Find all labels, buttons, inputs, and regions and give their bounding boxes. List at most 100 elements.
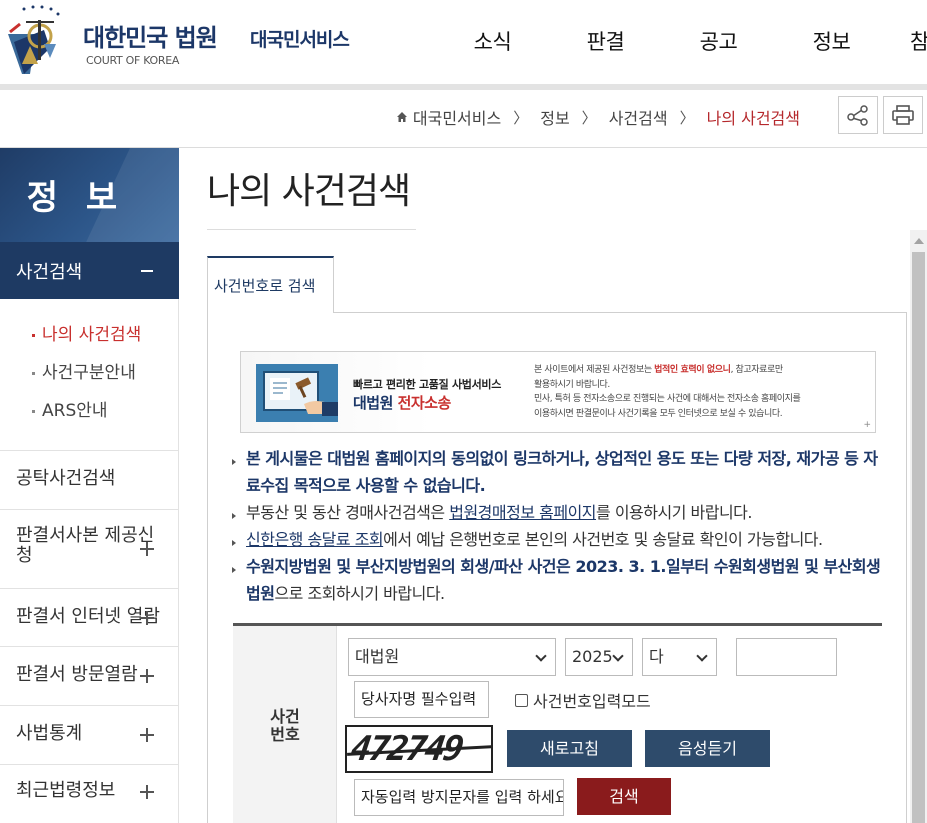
share-icon: [847, 105, 868, 126]
side-nav-item-judgment-visit[interactable]: 판결서 방문열람: [0, 646, 179, 705]
side-nav: 정 보 사건검색 나의 사건검색 사건구분안내 ARS안내 공탁사건검색 판결서…: [0, 148, 179, 823]
plus-icon: [140, 542, 154, 556]
gnb-item-notice[interactable]: 공고: [662, 26, 775, 56]
home-icon[interactable]: [396, 111, 408, 123]
service-name[interactable]: 대국민서비스: [250, 25, 350, 52]
banner-description: 본 사이트에서 제공된 사건정보는 법적인 효력이 없으니, 참고자료로만 활용…: [534, 363, 801, 421]
side-nav-item-label: 공탁사건검색: [16, 468, 116, 489]
gnb-item-participation[interactable]: 참: [888, 26, 927, 56]
side-nav-item-label: 판결서 인터넷 열람: [16, 606, 160, 627]
notice-auction: 부동산 및 동산 경매사건검색은 법원경매정보 홈페이지를 이용하시기 바랍니다…: [232, 499, 882, 526]
notice-text: 으로 조회하시기 바랍니다.: [274, 584, 445, 603]
banner-more-icon[interactable]: +: [863, 420, 871, 430]
gnb-item-info[interactable]: 정보: [775, 26, 888, 56]
side-nav-sub-item-ars[interactable]: ARS안내: [0, 396, 179, 434]
share-button[interactable]: [838, 96, 878, 134]
logo-title[interactable]: 대한민국 법원: [83, 18, 218, 53]
banner-desc-line4: 이용하시면 판결문이나 사건기록을 모두 인터넷으로 보실 수 있습니다.: [534, 408, 783, 419]
notice-text: 를 이용하시기 바랍니다.: [596, 503, 752, 522]
print-button[interactable]: [883, 96, 923, 134]
case-number-input[interactable]: [736, 638, 837, 676]
side-nav-item-judgment-online[interactable]: 판결서 인터넷 열람: [0, 588, 179, 646]
captcha-refresh-button[interactable]: 새로고침: [507, 730, 632, 767]
banner-title: 대법원 전자소송: [353, 392, 451, 413]
banner-desc-line3: 민사, 특허 등 전자소송으로 진행되는 사건에 대해서는 전자소송 홈페이지를: [534, 394, 801, 404]
tab-case-number-search[interactable]: 사건번호로 검색: [207, 256, 334, 313]
notice-list: 본 게시물은 대법원 홈페이지의 동의없이 링크하거나, 상업적인 용도 또는 …: [232, 445, 882, 607]
minus-icon: [141, 270, 153, 272]
e-litigation-illustration-icon: [256, 364, 338, 422]
banner-title-a: 대법원: [353, 394, 393, 412]
notice-shinhan: 신한은행 송달료 조회에서 예납 은행번호로 본인의 사건번호 및 송달료 확인…: [232, 526, 882, 553]
breadcrumb-current[interactable]: 나의 사건검색: [707, 105, 800, 129]
page-scrollbar[interactable]: [910, 230, 927, 823]
breadcrumb-separator-icon: 〉: [679, 108, 695, 127]
banner-desc-emphasis: 법적인 효력이 없으니: [654, 365, 731, 375]
title-divider: [207, 229, 416, 230]
banner-desc-text: 본 사이트에서 제공된 사건정보는: [534, 365, 655, 375]
side-nav-item-label: 사법통계: [16, 723, 83, 744]
breadcrumb-separator-icon: 〉: [581, 108, 597, 127]
court-logo-icon[interactable]: [0, 4, 80, 78]
page-title: 나의 사건검색: [207, 171, 411, 212]
banner-desc-line1: 본 사이트에서 제공된 사건정보는 법적인 효력이 없으니, 참고자료로만: [534, 363, 800, 378]
search-button[interactable]: 검색: [577, 778, 671, 815]
captcha-input[interactable]: 자동입력 방지문자를 입력 하세요: [354, 779, 564, 816]
notice-text: 에서 예납 은행번호로 본인의 사건번호 및 송달료 확인이 가능합니다.: [383, 530, 823, 549]
side-nav-item-statistics[interactable]: 사법통계: [0, 705, 179, 764]
notice-copyright: 본 게시물은 대법원 홈페이지의 동의없이 링크하거나, 상업적인 용도 또는 …: [232, 445, 882, 499]
breadcrumb-item-service[interactable]: 대국민서비스: [413, 105, 501, 129]
side-nav-sublist: 나의 사건검색 사건구분안내 ARS안내: [0, 320, 179, 434]
global-nav: 소식 판결 공고 정보 참: [436, 26, 927, 56]
scroll-up-icon[interactable]: [914, 238, 924, 244]
breadcrumb-item-case-search[interactable]: 사건검색: [609, 105, 668, 129]
e-litigation-banner[interactable]: 빠르고 편리한 고품질 사법서비스 대법원 전자소송 본 사이트에서 제공된 사…: [240, 351, 876, 433]
scroll-thumb[interactable]: [912, 252, 925, 823]
plus-icon: [140, 728, 154, 742]
side-nav-item-label: 최근법령정보: [16, 780, 116, 801]
form-label-column: 사건번호: [233, 626, 337, 823]
plus-icon: [140, 669, 154, 683]
side-nav-item-label: 판결서 방문열람: [16, 664, 138, 685]
breadcrumb-item-info[interactable]: 정보: [540, 105, 569, 129]
banner-tagline: 빠르고 편리한 고품질 사법서비스: [353, 378, 502, 391]
side-nav-item-case-search[interactable]: 사건검색: [0, 242, 179, 299]
form-label-case-number: 사건번호: [233, 708, 337, 744]
breadcrumb: 대국민서비스 〉 정보 〉 사건검색 〉 나의 사건검색: [396, 105, 800, 129]
case-number-mode-label: 사건번호입력모드: [533, 692, 651, 711]
site-header: 대한민국 법원 COURT OF KOREA 대국민서비스 소식 판결 공고 정…: [0, 0, 927, 86]
case-type-select[interactable]: 다: [642, 638, 717, 676]
banner-desc-line2: 활용하시기 바랍니다.: [534, 379, 610, 390]
shinhan-fee-link[interactable]: 신한은행 송달료 조회: [246, 530, 384, 549]
breadcrumb-separator-icon: 〉: [513, 108, 529, 127]
side-nav-item-judgment-copy[interactable]: 판결서사본 제공신청: [0, 509, 179, 588]
side-nav-item-label: 사건검색: [16, 262, 83, 283]
plus-icon: [140, 785, 154, 799]
party-name-input[interactable]: 당사자명 필수입력: [354, 681, 489, 718]
tab-label: 사건번호로 검색: [214, 277, 316, 295]
side-nav-title: 정 보: [26, 178, 126, 218]
side-nav-sub-item-case-types[interactable]: 사건구분안내: [0, 358, 179, 396]
captcha-image: 472749: [345, 725, 493, 773]
banner-desc-text: , 참고자료로만: [730, 365, 784, 375]
notice-text: 부동산 및 동산 경매사건검색은: [246, 503, 450, 522]
side-nav-item-law-info[interactable]: 최근법령정보: [0, 764, 179, 823]
plus-icon: [140, 611, 154, 625]
captcha-audio-button[interactable]: 음성듣기: [645, 730, 770, 767]
side-nav-item-deposit-search[interactable]: 공탁사건검색: [0, 450, 179, 509]
court-select[interactable]: 대법원: [348, 638, 556, 676]
banner-title-b: 전자소송: [392, 394, 452, 412]
side-nav-header: 정 보: [0, 148, 179, 242]
gnb-item-news[interactable]: 소식: [436, 26, 549, 56]
logo-subtitle: COURT OF KOREA: [86, 54, 180, 67]
year-select[interactable]: 2025: [565, 638, 633, 676]
breadcrumb-bar: 대국민서비스 〉 정보 〉 사건검색 〉 나의 사건검색: [0, 90, 927, 148]
notice-rehabilitation: 수원지방법원 및 부산지방법원의 회생/파산 사건은 2023. 3. 1.일부…: [232, 553, 882, 607]
side-nav-sub-item-my-case[interactable]: 나의 사건검색: [0, 320, 179, 358]
case-number-mode-checkbox[interactable]: [515, 693, 528, 707]
form-label-text: 사건번호: [270, 707, 300, 744]
print-icon: [892, 105, 914, 125]
case-number-mode-toggle[interactable]: 사건번호입력모드: [515, 688, 651, 712]
auction-site-link[interactable]: 법원경매정보 홈페이지: [449, 503, 596, 522]
gnb-item-judgment[interactable]: 판결: [549, 26, 662, 56]
